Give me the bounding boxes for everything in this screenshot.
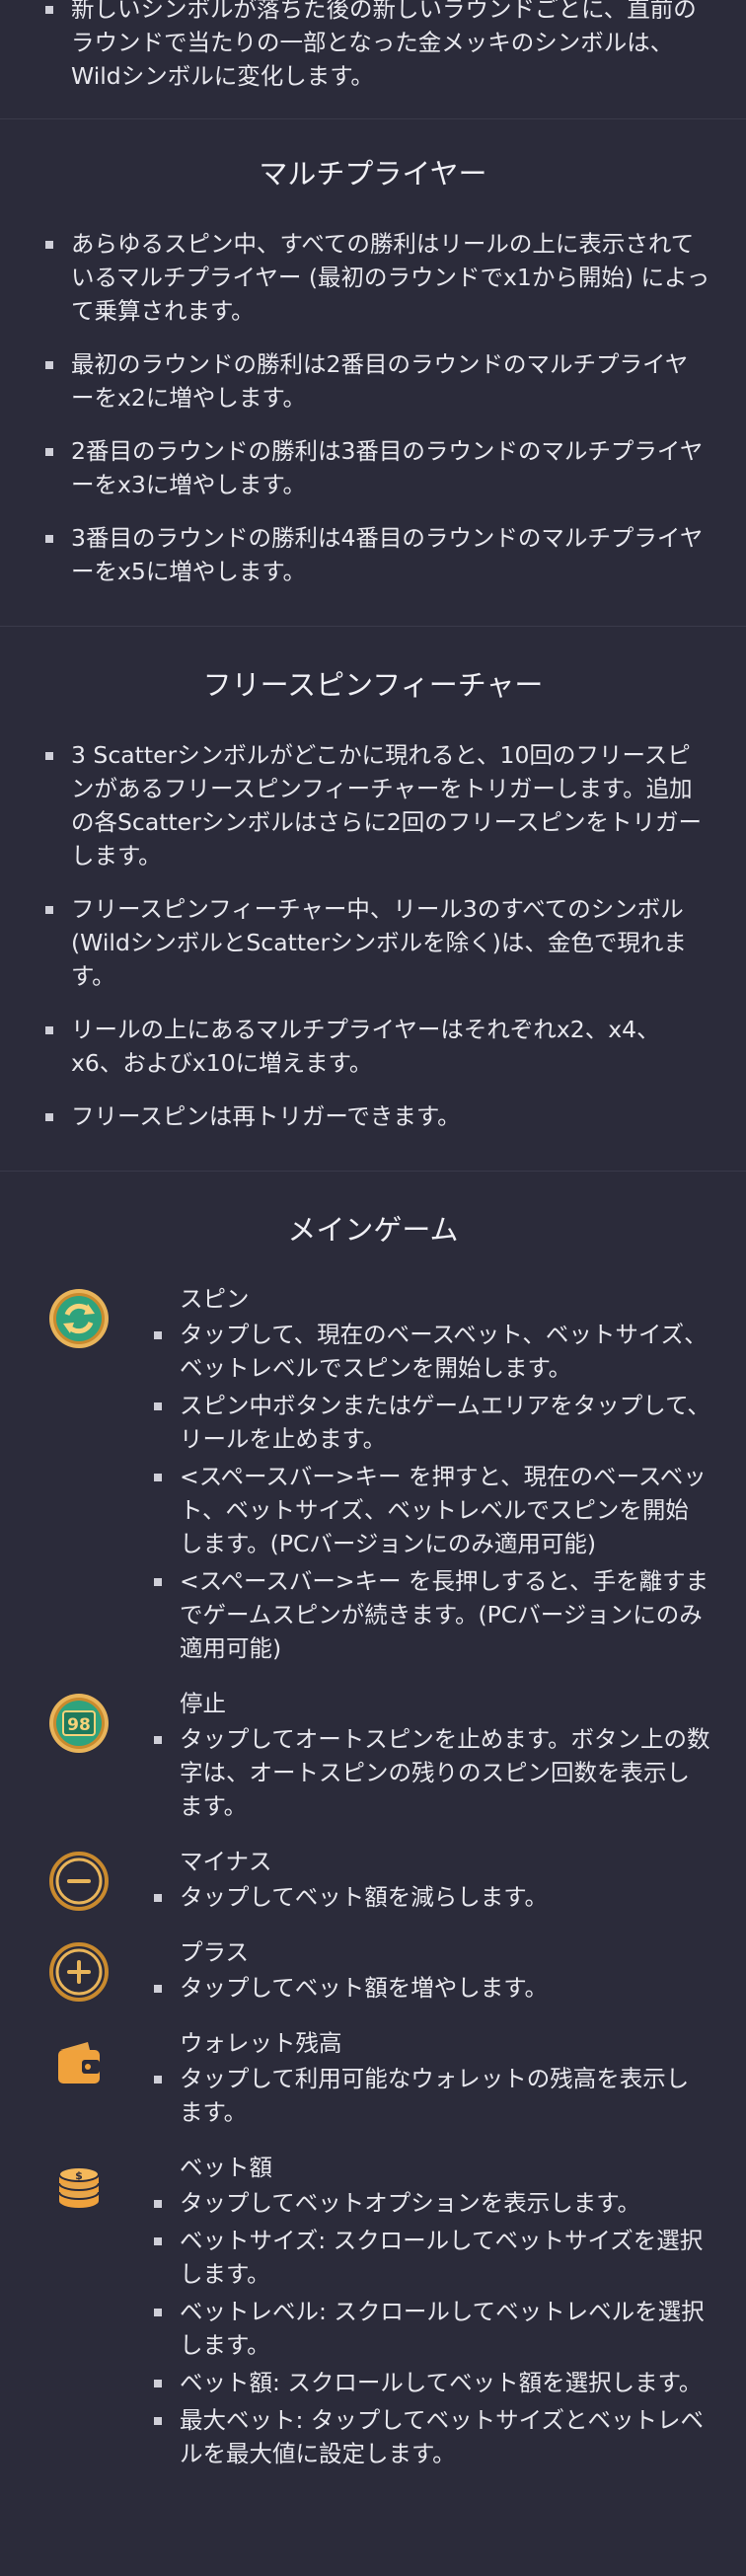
list-item: ベットサイズ: スクロールしてベットサイズを選択します。 xyxy=(154,2224,710,2291)
list-item: <スペースバー>キー を押すと、現在のベースベット、ベットサイズ、ベットレベルで… xyxy=(154,1460,710,1560)
help-page: 新しいシンボルが落ちた後の新しいラウンドごとに、直前のラウンドで当たりの一部とな… xyxy=(0,0,746,2474)
list-item: あらゆるスピン中、すべての勝利はリールの上に表示されているマルチプライヤー (最… xyxy=(45,227,710,328)
feature-title-minus: マイナス xyxy=(180,1848,272,1876)
intro-section: 新しいシンボルが落ちた後の新しいラウンドごとに、直前のラウンドで当たりの一部とな… xyxy=(0,0,746,119)
section-title-freespin: フリースピンフィーチャー xyxy=(202,667,544,702)
list-item: 3 Scatterシンボルがどこかに現れると、10回のフリースピンがあるフリース… xyxy=(45,738,710,872)
list-item: ベット額: スクロールしてベット額を選択します。 xyxy=(154,2366,710,2399)
minus-list: タップしてベット額を減らします。 xyxy=(154,1880,710,1914)
plus-list: タップしてベット額を増やします。 xyxy=(154,1971,710,2005)
multiplier-section: マルチプライヤー あらゆるスピン中、すべての勝利はリールの上に表示されているマル… xyxy=(0,119,746,627)
bet-amount-list: タップしてベットオプションを表示します。 ベットサイズ: スクロールしてベットサ… xyxy=(154,2186,710,2470)
autospin-stop-icon: 98 xyxy=(48,1693,110,1754)
stop-list: タップしてオートスピンを止めます。ボタン上の数字は、オートスピンの残りのスピン回… xyxy=(154,1722,710,1823)
spin-list: タップして、現在のベースベット、ベットサイズ、ベットレベルでスピンを開始します。… xyxy=(154,1318,710,1665)
multiplier-list: あらゆるスピン中、すべての勝利はリールの上に表示されているマルチプライヤー (最… xyxy=(0,227,746,588)
feature-title-stop: 停止 xyxy=(180,1690,226,1718)
section-title-main-game: メインゲーム xyxy=(287,1212,459,1247)
list-item: スピン中ボタンまたはゲームエリアをタップして、リールを止めます。 xyxy=(154,1389,710,1456)
feature-title-wallet: ウォレット残高 xyxy=(180,2029,342,2058)
feature-stop: 98 停止 タップしてオートスピンを止めます。ボタン上の数字は、オートスピンの残… xyxy=(0,1690,746,1827)
list-item: タップしてベットオプションを表示します。 xyxy=(154,2186,710,2220)
intro-list: 新しいシンボルが落ちた後の新しいラウンドごとに、直前のラウンドで当たりの一部とな… xyxy=(0,0,746,93)
feature-plus: プラス タップしてベット額を増やします。 xyxy=(0,1938,746,2008)
list-item: フリースピンは再トリガーできます。 xyxy=(45,1099,710,1133)
list-item: 3番目のラウンドの勝利は4番目のラウンドのマルチプライヤーをx5に増やします。 xyxy=(45,521,710,588)
freespin-list: 3 Scatterシンボルがどこかに現れると、10回のフリースピンがあるフリース… xyxy=(0,738,746,1133)
list-item: 最初のラウンドの勝利は2番目のラウンドのマルチプライヤーをx2に増やします。 xyxy=(45,347,710,415)
feature-title-plus: プラス xyxy=(180,1938,250,1967)
spin-icon xyxy=(48,1288,110,1349)
list-item: タップしてオートスピンを止めます。ボタン上の数字は、オートスピンの残りのスピン回… xyxy=(154,1722,710,1823)
list-item: 新しいシンボルが落ちた後の新しいラウンドごとに、直前のラウンドで当たりの一部とな… xyxy=(45,0,710,93)
list-item: 2番目のラウンドの勝利は3番目のラウンドのマルチプライヤーをx3に増やします。 xyxy=(45,434,710,501)
section-title-multiplier: マルチプライヤー xyxy=(259,157,487,190)
freespin-section: フリースピンフィーチャー 3 Scatterシンボルがどこかに現れると、10回の… xyxy=(0,627,746,1172)
list-item: ベットレベル: スクロールしてベットレベルを選択します。 xyxy=(154,2295,710,2362)
autospin-count: 98 xyxy=(67,1715,91,1735)
feature-bet-amount: $ ベット額 タップしてベットオプションを表示します。 ベットサイズ: スクロー… xyxy=(0,2154,746,2474)
svg-text:$: $ xyxy=(75,2169,83,2182)
feature-title-bet-amount: ベット額 xyxy=(180,2154,272,2182)
wallet-icon xyxy=(48,2032,110,2093)
list-item: タップして、現在のベースベット、ベットサイズ、ベットレベルでスピンを開始します。 xyxy=(154,1318,710,1385)
list-item: リールの上にあるマルチプライヤーはそれぞれx2、x4、x6、およびx10に増えま… xyxy=(45,1013,710,1080)
list-item: タップしてベット額を減らします。 xyxy=(154,1880,710,1914)
list-item: フリースピンフィーチャー中、リール3のすべてのシンボル (WildシンボルとSc… xyxy=(45,892,710,993)
coin-stack-icon: $ xyxy=(48,2157,110,2218)
list-item: 最大ベット: タップしてベットサイズとベットレベルを最大値に設定します。 xyxy=(154,2403,710,2470)
list-item: タップしてベット額を増やします。 xyxy=(154,1971,710,2005)
wallet-list: タップして利用可能なウォレットの残高を表示します。 xyxy=(154,2062,710,2129)
feature-wallet: ウォレット残高 タップして利用可能なウォレットの残高を表示します。 xyxy=(0,2029,746,2133)
feature-minus: マイナス タップしてベット額を減らします。 xyxy=(0,1848,746,1918)
feature-spin: スピン タップして、現在のベースベット、ベットサイズ、ベットレベルでスピンを開始… xyxy=(0,1285,746,1669)
main-game-section: メインゲーム スピン タップして、現在のベースベット、ベットサイズ、ベットレベル… xyxy=(0,1172,746,2475)
feature-title-spin: スピン xyxy=(180,1285,250,1314)
plus-icon xyxy=(48,1941,110,2003)
list-item: <スペースバー>キー を長押しすると、手を離すまでゲームスピンが続きます。(PC… xyxy=(154,1564,710,1665)
list-item: タップして利用可能なウォレットの残高を表示します。 xyxy=(154,2062,710,2129)
minus-icon xyxy=(48,1851,110,1912)
